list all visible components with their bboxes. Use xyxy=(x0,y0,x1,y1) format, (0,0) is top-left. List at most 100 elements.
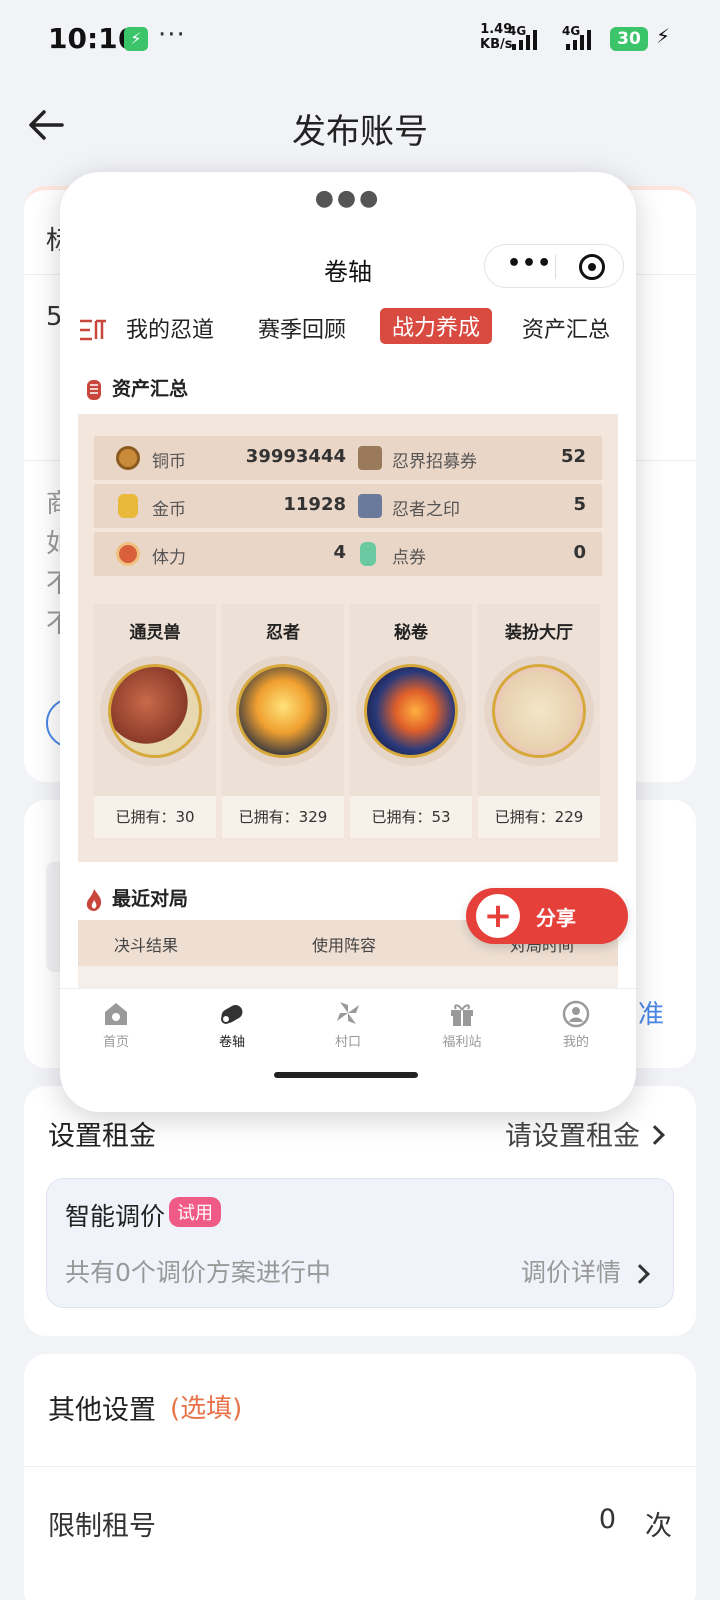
collection-title: 通灵兽 xyxy=(129,623,181,643)
tab-my-ninja-way[interactable]: 我的忍道 xyxy=(126,312,214,344)
asset-label: 忍者之印 xyxy=(392,500,460,520)
gold-coin-icon xyxy=(118,494,138,518)
battery-icon: 30 xyxy=(610,27,648,51)
home-indicator[interactable] xyxy=(274,1072,418,1078)
gift-icon xyxy=(451,1004,473,1026)
bottom-nav: 首页 卷轴 村口 福利站 我的 xyxy=(60,988,636,1062)
nav-home[interactable]: 首页 xyxy=(76,999,156,1050)
asset-row: 金币 11928 忍者之印 5 xyxy=(94,484,602,528)
flame-icon xyxy=(86,888,102,911)
collection-card-dress-hall[interactable]: 装扮大厅 已拥有：229 xyxy=(478,604,600,838)
app-notification-icon: ⚡ xyxy=(124,27,148,51)
page-title: 发布账号 xyxy=(292,112,428,152)
collection-title: 忍者 xyxy=(266,623,300,643)
copper-coin-icon xyxy=(116,446,140,470)
summon-beast-icon xyxy=(108,664,202,758)
asset-value: 52 xyxy=(560,446,586,467)
chevron-right-icon xyxy=(630,1264,650,1284)
asset-summary-panel: 铜币 39993444 忍界招募券 52 金币 11928 忍者之印 5 体力 … xyxy=(78,414,618,862)
scroll-icon xyxy=(221,1005,243,1024)
asset-row: 体力 4 点券 0 xyxy=(94,532,602,576)
asset-label: 体力 xyxy=(152,548,186,568)
asset-label: 铜币 xyxy=(152,452,186,472)
nav-scroll[interactable]: 卷轴 xyxy=(192,999,272,1050)
share-button[interactable]: + 分享 xyxy=(466,888,628,944)
limit-rent-input[interactable]: 0 xyxy=(599,1504,616,1535)
card-link[interactable]: 准 xyxy=(638,994,664,1031)
other-settings-label: 其他设置 xyxy=(48,1395,156,1426)
mini-program-window[interactable]: ●●● 卷轴 ••• 我的忍道 赛季回顾 战力养成 资产汇总 资产汇总 铜币 3… xyxy=(60,172,636,1112)
pricing-detail-link[interactable]: 调价详情 xyxy=(521,1253,621,1289)
stamina-bowl-icon xyxy=(116,542,140,566)
header-lineup: 使用阵容 xyxy=(312,936,377,955)
signal-bars-2-icon xyxy=(566,30,591,50)
nav-welfare[interactable]: 福利站 xyxy=(422,999,502,1050)
divider xyxy=(24,1466,696,1467)
smart-pricing-title: 智能调价 xyxy=(65,1202,166,1231)
status-bar: 10:16 ⚡ ··· 1.49 KB/s 4G 4G 30 ⚡ xyxy=(0,0,720,80)
header-result: 决斗结果 xyxy=(114,936,179,955)
nav-label: 卷轴 xyxy=(218,1035,245,1050)
nav-mine[interactable]: 我的 xyxy=(536,999,616,1050)
other-settings-card: 其他设置 (选填) 限制租号 0 次 xyxy=(24,1354,696,1600)
collection-card-summon[interactable]: 通灵兽 已拥有：30 xyxy=(94,604,216,838)
chevron-right-icon xyxy=(645,1125,665,1145)
asset-value: 11928 xyxy=(283,494,346,515)
collection-owned-count: 已拥有：329 xyxy=(222,796,344,838)
recruit-scroll-icon xyxy=(358,446,382,470)
pinwheel-icon xyxy=(337,1002,359,1024)
capsule-menu: ••• xyxy=(484,244,624,288)
asset-row: 铜币 39993444 忍界招募券 52 xyxy=(94,436,602,480)
home-icon xyxy=(105,1003,127,1025)
drag-handle-dots-icon[interactable]: ●●● xyxy=(60,186,636,211)
more-notifications-icon: ··· xyxy=(158,20,186,50)
nav-label: 我的 xyxy=(562,1035,589,1050)
limit-rent-label: 限制租号 xyxy=(48,1511,156,1542)
collection-owned-count: 已拥有：53 xyxy=(350,796,472,838)
menu-scroll-icon[interactable] xyxy=(78,316,108,344)
asset-value: 39993444 xyxy=(245,446,346,467)
collection-card-ninja[interactable]: 忍者 已拥有：329 xyxy=(222,604,344,838)
profile-icon xyxy=(562,1000,590,1028)
close-target-icon[interactable] xyxy=(579,254,605,280)
recent-battles-label: 最近对局 xyxy=(112,888,189,910)
dress-hall-emblem-icon xyxy=(492,664,586,758)
asset-label: 忍界招募券 xyxy=(392,452,477,472)
tab-asset-summary[interactable]: 资产汇总 xyxy=(522,312,610,344)
rent-value-button[interactable]: 请设置租金 xyxy=(505,1114,640,1153)
asset-value: 0 xyxy=(573,542,586,563)
limit-rent-unit: 次 xyxy=(645,1511,672,1542)
nav-label: 福利站 xyxy=(442,1035,482,1050)
collection-title: 秘卷 xyxy=(394,623,428,643)
asset-label: 点券 xyxy=(392,548,426,568)
optional-hint: (选填) xyxy=(170,1394,243,1424)
rent-card: 设置租金 请设置租金 智能调价 试用 共有0个调价方案进行中 调价详情 xyxy=(24,1086,696,1336)
plus-icon: + xyxy=(476,894,520,938)
scroll-section-icon xyxy=(87,379,101,400)
secret-scroll-icon xyxy=(364,664,458,758)
collection-card-secret-scroll[interactable]: 秘卷 已拥有：53 xyxy=(350,604,472,838)
collection-owned-count: 已拥有：229 xyxy=(478,796,600,838)
smart-pricing-desc: 共有0个调价方案进行中 xyxy=(65,1258,331,1287)
tab-season-review[interactable]: 赛季回顾 xyxy=(258,312,346,344)
point-ticket-icon xyxy=(360,542,376,566)
tab-power-growth[interactable]: 战力养成 xyxy=(380,308,493,344)
signal-bars-1-icon xyxy=(512,30,537,50)
asset-value: 5 xyxy=(573,494,586,515)
ninja-seal-icon xyxy=(358,494,382,518)
nav-village[interactable]: 村口 xyxy=(308,999,388,1050)
collection-owned-count: 已拥有：30 xyxy=(94,796,216,838)
capsule-divider xyxy=(555,255,556,279)
asset-value: 4 xyxy=(333,542,346,563)
collection-title: 装扮大厅 xyxy=(505,623,573,643)
more-options-button[interactable]: ••• xyxy=(507,251,552,276)
share-label: 分享 xyxy=(536,906,576,930)
assets-section-title: 资产汇总 xyxy=(84,374,188,402)
assets-section-label: 资产汇总 xyxy=(112,378,189,400)
trial-badge: 试用 xyxy=(169,1197,221,1227)
smart-pricing-box[interactable]: 智能调价 试用 共有0个调价方案进行中 调价详情 xyxy=(46,1178,674,1308)
rent-label: 设置租金 xyxy=(48,1121,156,1152)
nav-label: 村口 xyxy=(334,1035,361,1050)
ninja-icon xyxy=(236,664,330,758)
tab-bar: 我的忍道 赛季回顾 战力养成 资产汇总 xyxy=(78,308,618,352)
